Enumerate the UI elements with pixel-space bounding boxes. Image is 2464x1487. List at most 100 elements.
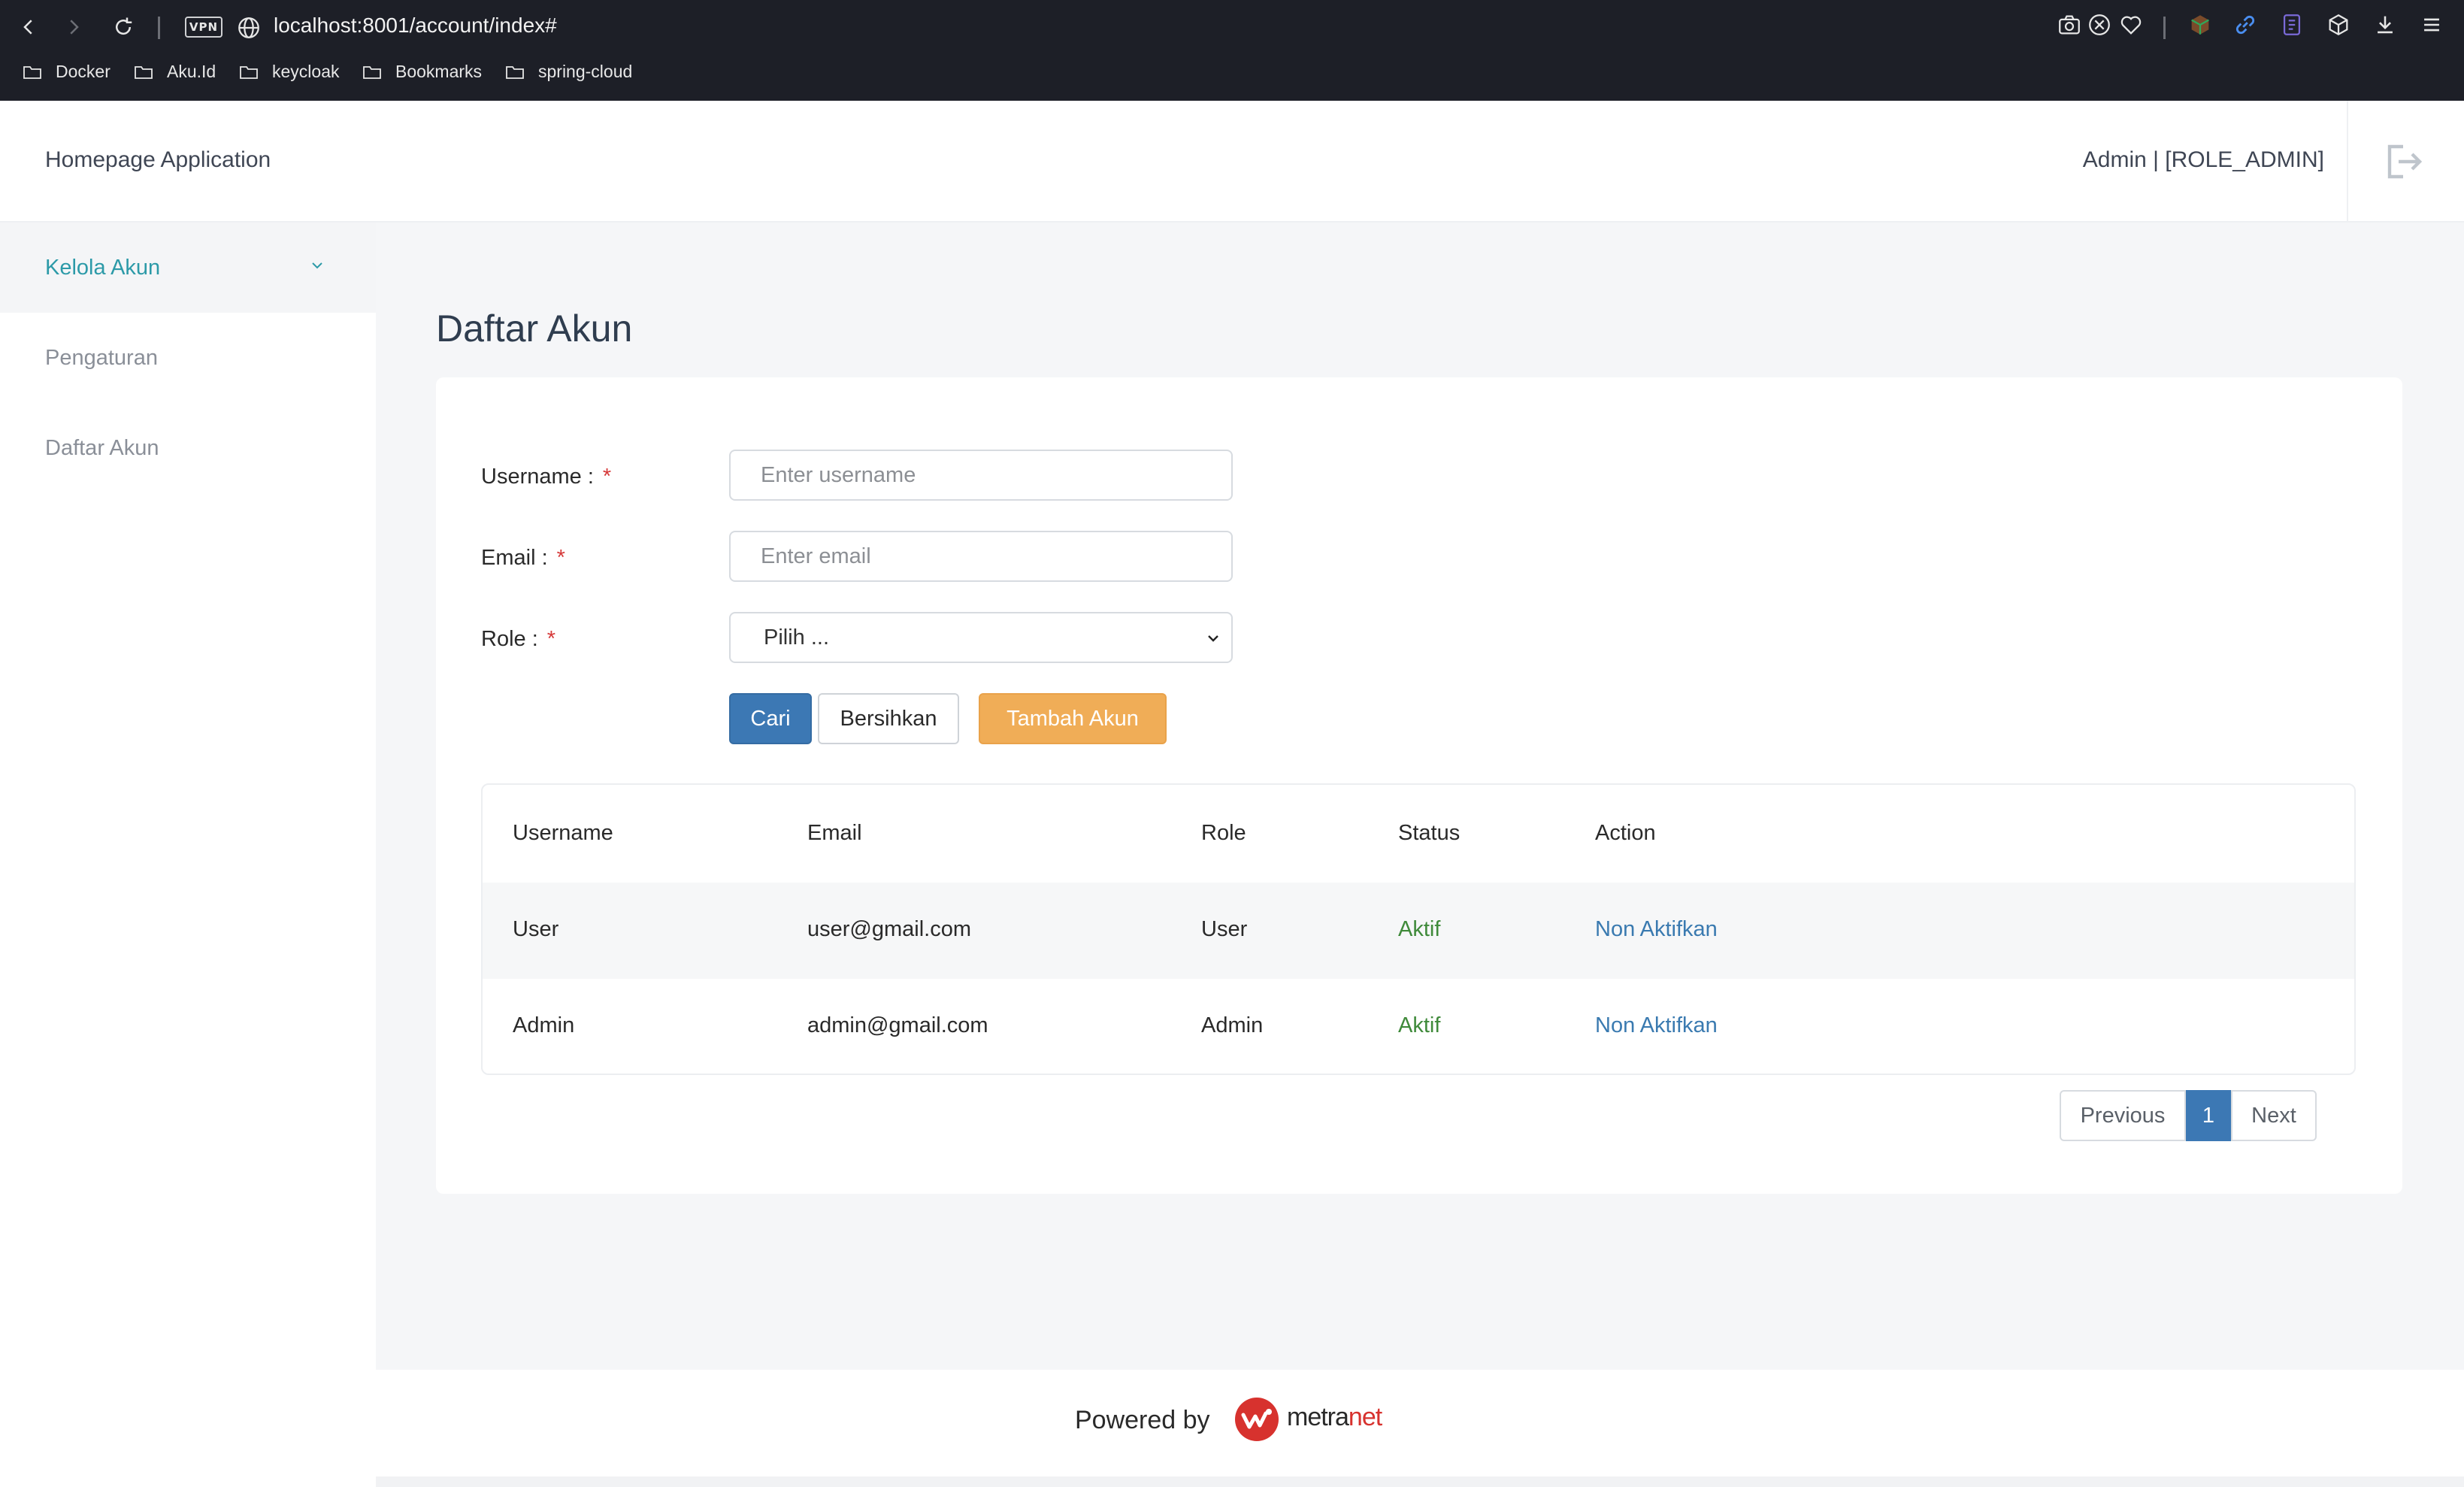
sidebar-item-pengaturan[interactable]: Pengaturan <box>0 313 376 403</box>
browser-toolbar: VPN localhost:8001/account/index# <box>0 0 2464 56</box>
folder-icon <box>135 65 153 79</box>
sidebar-item-label: Pengaturan <box>45 345 158 370</box>
bookmark-bookmarks[interactable]: Bookmarks <box>362 62 482 82</box>
bookmark-label: Docker <box>56 62 110 81</box>
folder-icon <box>240 65 258 79</box>
email-label: Email : * <box>481 546 565 571</box>
bottom-strip <box>376 1476 2464 1487</box>
deactivate-link[interactable]: Non Aktifkan <box>1595 1013 1718 1038</box>
forward-button[interactable] <box>57 11 90 44</box>
column-header-role[interactable]: Role <box>1201 821 1246 846</box>
browser-chrome: VPN localhost:8001/account/index# Docker… <box>0 0 2464 101</box>
logout-button[interactable] <box>2347 101 2464 223</box>
user-label: Admin | [ROLE_ADMIN] <box>2082 147 2324 172</box>
cell-email: admin@gmail.com <box>807 1013 988 1037</box>
status-badge: Aktif <box>1398 1013 1441 1037</box>
metranet-logo-icon <box>1235 1398 1279 1441</box>
sidebar-item-daftar-akun[interactable]: Daftar Akun <box>0 403 376 493</box>
cell-role: Admin <box>1201 1013 1264 1037</box>
brand-name: metranet <box>1287 1403 1382 1432</box>
bookmark-label: spring-cloud <box>538 62 633 81</box>
main-content: Daftar Akun Username : * Email : * Role : *… <box>376 223 2464 1373</box>
powered-by-text: Powered by <box>1075 1406 1210 1434</box>
heart-icon[interactable] <box>2118 12 2144 41</box>
account-card: Username : * Email : * Role : * Pilih ... C… <box>436 377 2402 1194</box>
deactivate-link[interactable]: Non Aktifkan <box>1595 917 1718 942</box>
required-mark: * <box>602 465 612 489</box>
clear-button[interactable]: Bersihkan <box>818 693 959 744</box>
bookmarks-bar: Docker Aku.Id keycloak Bookmarks spring-… <box>0 59 2464 89</box>
account-table: Username Email Role Status Action User u… <box>481 783 2356 1075</box>
extension-puzzle-icon[interactable] <box>2279 12 2305 41</box>
role-select[interactable]: Pilih ... <box>729 612 1233 663</box>
footer: Powered by metranet <box>376 1370 2464 1476</box>
bookmark-label: Bookmarks <box>395 62 483 81</box>
adblock-icon[interactable] <box>2087 12 2112 41</box>
table-row: User user@gmail.com User Aktif Non Aktif… <box>483 883 2354 979</box>
bookmark-aku-id[interactable]: Aku.Id <box>134 62 216 82</box>
bookmark-spring-cloud[interactable]: spring-cloud <box>505 62 632 82</box>
menu-icon[interactable] <box>2419 12 2444 41</box>
add-account-button[interactable]: Tambah Akun <box>979 693 1167 744</box>
reload-icon <box>116 17 132 35</box>
bookmark-label: keycloak <box>272 62 340 81</box>
download-icon[interactable] <box>2372 12 2398 41</box>
sidebar: Kelola Akun Pengaturan Daftar Akun <box>0 223 376 1487</box>
column-header-email[interactable]: Email <box>807 821 862 846</box>
folder-icon <box>506 65 524 79</box>
reload-button[interactable] <box>107 11 140 44</box>
previous-page-button[interactable]: Previous <box>2060 1090 2186 1141</box>
link-icon[interactable] <box>2232 12 2258 41</box>
role-label: Role : * <box>481 627 555 652</box>
column-header-status[interactable]: Status <box>1398 821 1460 846</box>
brand-suffix: net <box>1348 1403 1382 1431</box>
toolbar-divider <box>158 17 160 39</box>
back-button[interactable] <box>12 11 45 44</box>
chevron-down-icon <box>1208 635 1218 642</box>
bookmark-keycloak[interactable]: keycloak <box>239 62 339 82</box>
forward-arrow-icon <box>70 20 79 35</box>
cell-username: User <box>513 917 559 941</box>
bookmark-docker[interactable]: Docker <box>23 62 110 82</box>
folder-icon <box>363 65 381 79</box>
address-bar[interactable]: localhost:8001/account/index# <box>274 14 557 38</box>
bookmark-label: Aku.Id <box>167 62 216 81</box>
next-page-button[interactable]: Next <box>2231 1090 2317 1141</box>
column-header-action[interactable]: Action <box>1595 821 1656 846</box>
username-input[interactable] <box>729 450 1233 501</box>
role-label-text: Role : <box>481 627 538 651</box>
email-input[interactable] <box>729 531 1233 582</box>
status-badge: Aktif <box>1398 917 1441 941</box>
cell-username: Admin <box>513 1013 575 1037</box>
pagination: Previous 1 Next <box>2060 1090 2317 1141</box>
username-label: Username : * <box>481 465 611 489</box>
brand-prefix: metra <box>1287 1403 1349 1431</box>
page-title: Daftar Akun <box>436 307 633 350</box>
extension-cube-icon[interactable] <box>2187 12 2213 41</box>
required-mark: * <box>556 546 565 570</box>
sidebar-item-kelola-akun[interactable]: Kelola Akun <box>0 223 376 313</box>
page-1-button[interactable]: 1 <box>2186 1090 2231 1141</box>
camera-icon[interactable] <box>2057 12 2082 41</box>
folder-icon <box>23 65 41 79</box>
app-header: Homepage Application Admin | [ROLE_ADMIN… <box>0 101 2464 223</box>
sidebar-item-label: Kelola Akun <box>45 255 161 280</box>
search-button[interactable]: Cari <box>729 693 812 744</box>
table-row: Admin admin@gmail.com Admin Aktif Non Ak… <box>483 979 2354 1074</box>
box-icon[interactable] <box>2326 12 2351 41</box>
vpn-badge[interactable]: VPN <box>185 17 222 38</box>
column-header-username[interactable]: Username <box>513 821 613 846</box>
required-mark: * <box>546 627 556 651</box>
email-label-text: Email : <box>481 546 548 570</box>
back-arrow-icon <box>23 20 32 35</box>
app-title[interactable]: Homepage Application <box>45 147 271 173</box>
logout-icon <box>2387 144 2423 179</box>
globe-icon <box>238 17 259 38</box>
cell-role: User <box>1201 917 1248 941</box>
cell-email: user@gmail.com <box>807 917 971 941</box>
username-label-text: Username : <box>481 465 594 489</box>
toolbar-divider <box>2163 17 2166 39</box>
sidebar-item-label: Daftar Akun <box>45 435 159 460</box>
role-select-value: Pilih ... <box>764 625 830 650</box>
chevron-down-icon <box>312 262 322 269</box>
